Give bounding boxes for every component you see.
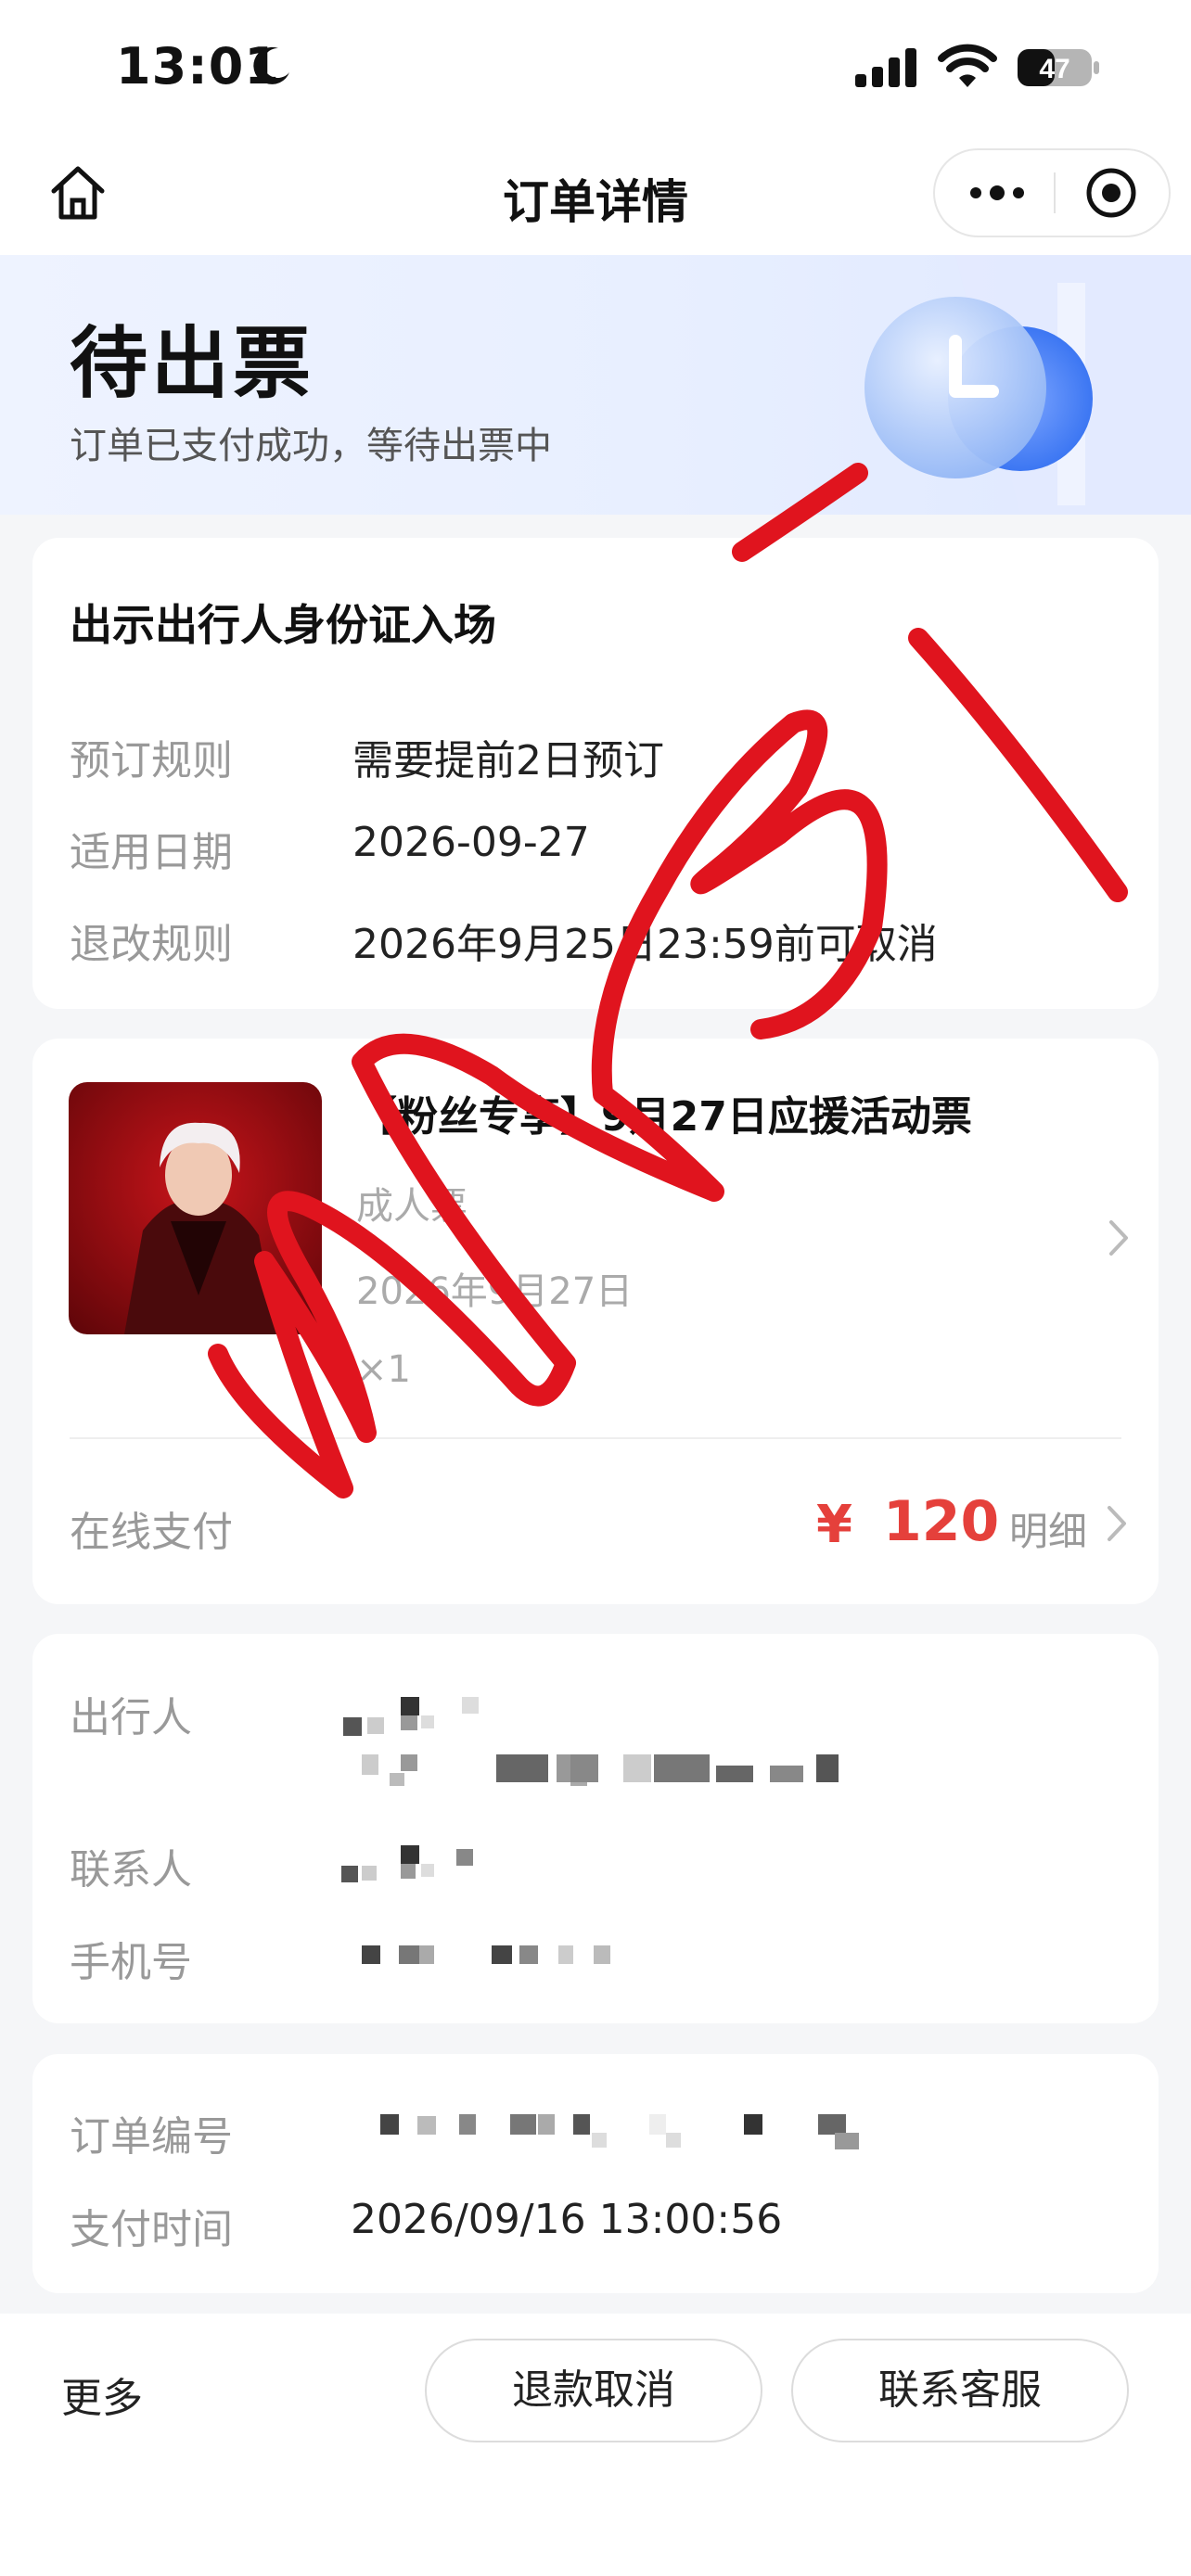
payment-amount: 120 (883, 1489, 1000, 1554)
order-number-label: 订单编号 (70, 2113, 233, 2161)
refund-cancel-button[interactable]: 退款取消 (425, 2339, 762, 2442)
booking-rule-label: 预订规则 (70, 737, 233, 784)
order-number-redacted (380, 2114, 859, 2149)
product-thumbnail (69, 1082, 322, 1334)
order-status-title: 待出票 (70, 318, 315, 409)
payment-time-value: 2026/09/16 13:00:56 (351, 2196, 783, 2243)
price-detail-link[interactable]: 明细 (1009, 1500, 1087, 1557)
payment-method-label: 在线支付 (70, 1509, 233, 1556)
ticket-type: 成人票 (356, 1185, 467, 1228)
more-button[interactable]: 更多 (61, 2365, 143, 2424)
currency-symbol: ¥ (816, 1495, 852, 1555)
order-info-card (32, 2054, 1159, 2293)
phone-label: 手机号 (70, 1939, 192, 1986)
clock-icon (864, 297, 1093, 478)
payment-time-label: 支付时间 (70, 2206, 233, 2253)
chevron-right-icon[interactable] (1102, 1502, 1130, 1545)
traveler-value-redacted (343, 1697, 839, 1786)
moon-icon (253, 46, 289, 84)
chevron-right-icon[interactable] (1104, 1217, 1132, 1259)
contact-value-redacted (341, 1845, 473, 1882)
wifi-icon (938, 44, 997, 87)
contact-label: 联系人 (70, 1846, 192, 1894)
contact-service-button[interactable]: 联系客服 (791, 2339, 1129, 2442)
product-title: 【粉丝专享】9月27日应援活动票 (356, 1093, 972, 1141)
booking-rule-value: 需要提前2日预订 (352, 737, 664, 784)
refund-rule-value: 2026年9月25日23:59前可取消 (352, 921, 938, 968)
signal-icon (855, 48, 916, 87)
entry-heading: 出示出行人身份证入场 (70, 600, 496, 650)
card-divider (70, 1437, 1121, 1439)
valid-date-label: 适用日期 (70, 829, 233, 876)
order-status-subtitle: 订单已支付成功，等待出票中 (70, 425, 552, 467)
phone-value-redacted (362, 1945, 610, 1964)
event-date: 2026年9月27日 (356, 1270, 634, 1313)
more-dots-icon[interactable] (965, 176, 1030, 210)
battery-icon: 47 (1018, 49, 1099, 86)
target-icon[interactable] (1083, 165, 1139, 221)
refund-rule-label: 退改规则 (70, 921, 233, 968)
traveler-label: 出行人 (70, 1694, 192, 1741)
battery-level: 47 (1039, 54, 1069, 84)
valid-date-value: 2026-09-27 (352, 819, 590, 866)
capsule-divider (1054, 172, 1056, 213)
ticket-quantity: ×1 (356, 1348, 411, 1391)
